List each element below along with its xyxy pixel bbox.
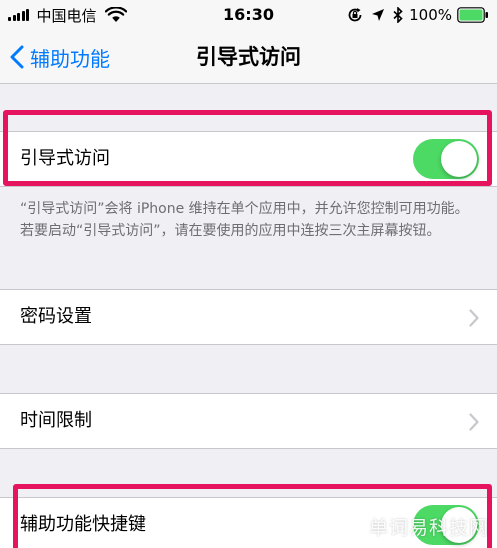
passcode-settings-label: 密码设置 bbox=[20, 306, 92, 327]
orientation-lock-icon bbox=[348, 8, 362, 22]
battery-icon bbox=[457, 7, 488, 23]
passcode-settings-row[interactable]: 密码设置 bbox=[0, 289, 497, 345]
bluetooth-icon bbox=[393, 7, 403, 23]
page-title: 引导式访问 bbox=[196, 45, 301, 69]
battery-percent: 100% bbox=[409, 6, 452, 24]
chevron-right-icon bbox=[469, 309, 479, 327]
highlight-frame bbox=[3, 110, 492, 186]
status-right: 100% bbox=[347, 4, 489, 26]
guided-access-footnote: “引导式访问”会将 iPhone 维持在单个应用中，并允许您控制可用功能。若要启… bbox=[20, 201, 469, 239]
time-limits-label: 时间限制 bbox=[20, 410, 92, 431]
location-icon bbox=[372, 9, 385, 21]
chevron-right-icon bbox=[469, 413, 479, 431]
status-bar: 中国电信 16:30 100% bbox=[0, 0, 497, 30]
watermark: 单词易科技网 bbox=[368, 517, 489, 539]
time-limits-row[interactable]: 时间限制 bbox=[0, 393, 497, 449]
nav-bar: 辅助功能 引导式访问 bbox=[0, 30, 497, 84]
